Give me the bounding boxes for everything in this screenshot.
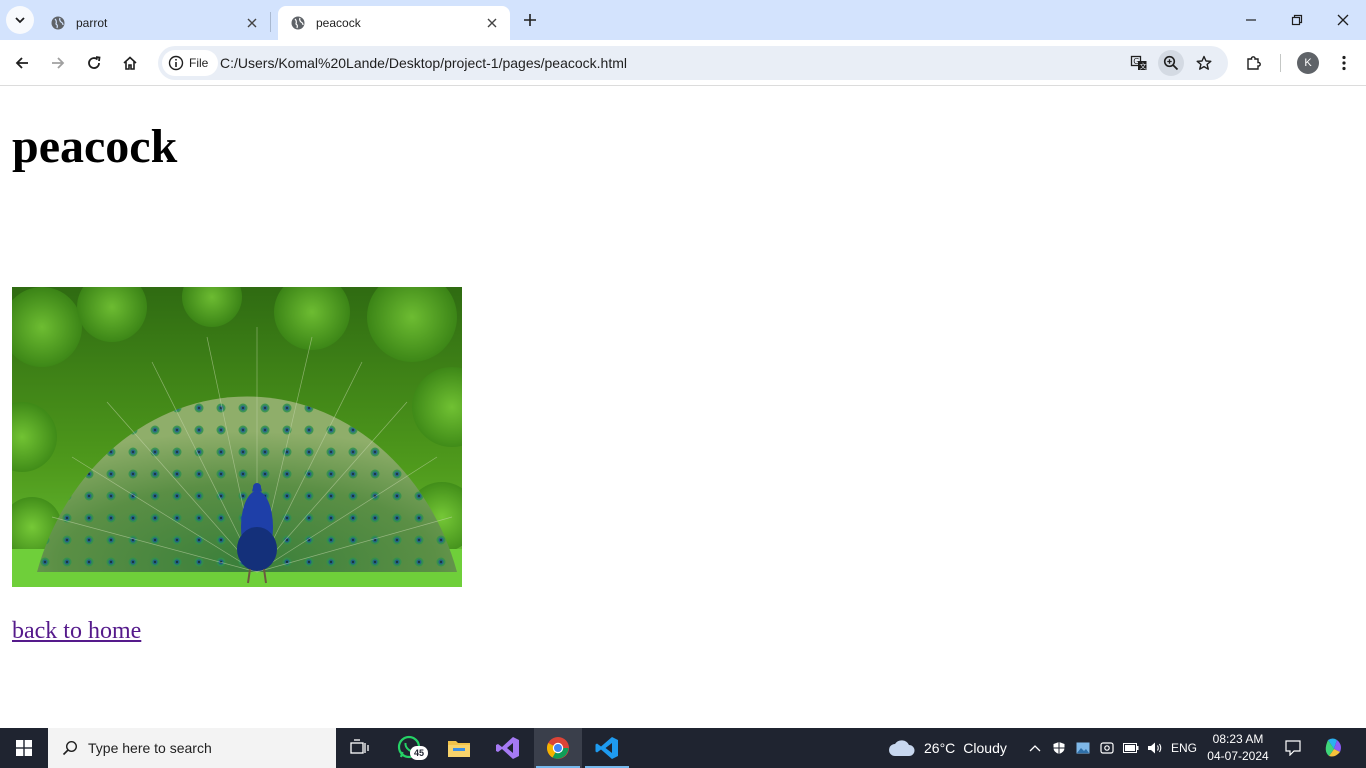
arrow-left-icon (15, 57, 28, 69)
back-button[interactable] (6, 47, 38, 79)
more-vertical-icon (1342, 55, 1346, 71)
taskbar-search[interactable]: Type here to search (48, 728, 336, 768)
clock-date: 04-07-2024 (1207, 749, 1269, 763)
star-icon (1196, 55, 1212, 70)
translate-icon: G文 (1130, 55, 1147, 71)
tab-parrot[interactable]: parrot (38, 6, 270, 40)
tab-separator (270, 12, 271, 32)
image-icon (1076, 742, 1090, 754)
notification-icon (1285, 740, 1301, 756)
reload-button[interactable] (78, 47, 110, 79)
vscode-icon (595, 737, 618, 759)
file-explorer-app[interactable] (435, 728, 483, 768)
forward-button[interactable] (42, 47, 74, 79)
webcam-icon (1100, 742, 1114, 754)
restore-button[interactable] (1274, 0, 1320, 40)
battery-tray-icon[interactable] (1120, 728, 1142, 768)
minimize-icon (1246, 19, 1256, 21)
visual-studio-icon (496, 737, 519, 759)
new-tab-button[interactable] (518, 8, 542, 32)
tab-title: parrot (76, 16, 108, 30)
tab-peacock[interactable]: peacock (278, 6, 510, 40)
weather-temperature: 26°C (924, 740, 956, 756)
notification-badge: 45 (410, 746, 428, 760)
windows-logo-icon (16, 740, 32, 756)
reload-icon (88, 56, 101, 69)
close-icon[interactable] (244, 15, 260, 31)
clock-time: 08:23 AM (1212, 732, 1264, 746)
chevron-down-icon (15, 17, 25, 24)
task-view-icon (350, 739, 369, 754)
arrow-right-icon (52, 57, 65, 69)
chrome-app[interactable] (534, 728, 582, 768)
whatsapp-app[interactable]: 45 (386, 728, 434, 768)
tab-title: peacock (316, 16, 361, 30)
meet-tray-icon[interactable] (1096, 728, 1118, 768)
tab-strip: parrot peacock (0, 0, 1366, 40)
copilot-icon (1325, 738, 1341, 757)
info-icon (168, 55, 184, 71)
security-tray-icon[interactable] (1048, 728, 1070, 768)
taskbar-clock[interactable]: 08:23 AM 04-07-2024 (1202, 731, 1274, 765)
photos-tray-icon[interactable] (1072, 728, 1094, 768)
page-heading: peacock (12, 120, 178, 173)
browser-window: parrot peacock File C:/Users/Komal%20Lan… (0, 0, 1366, 768)
toolbar-separator (1280, 54, 1281, 72)
back-to-home-link[interactable]: back to home (12, 618, 141, 645)
zoom-button[interactable] (1158, 50, 1184, 76)
profile-avatar[interactable]: K (1297, 52, 1319, 74)
zoom-in-icon (1163, 55, 1179, 71)
bookmark-button[interactable] (1191, 50, 1217, 76)
url-text[interactable]: C:/Users/Komal%20Lande/Desktop/project-1… (220, 46, 627, 80)
shield-icon (1053, 742, 1065, 754)
close-icon (1337, 14, 1349, 26)
battery-icon (1123, 743, 1139, 753)
plus-icon (524, 14, 536, 26)
tab-search-button[interactable] (6, 6, 34, 34)
show-hidden-icons-button[interactable] (1024, 728, 1046, 768)
translate-button[interactable]: G文 (1126, 50, 1152, 76)
folder-icon (448, 741, 470, 757)
close-icon[interactable] (484, 15, 500, 31)
notifications-button[interactable] (1280, 728, 1306, 768)
search-icon (62, 740, 78, 756)
home-icon (123, 56, 137, 70)
vscode-app[interactable] (583, 728, 631, 768)
copilot-button[interactable] (1318, 728, 1348, 768)
globe-icon (290, 15, 306, 31)
browser-toolbar: File C:/Users/Komal%20Lande/Desktop/proj… (0, 40, 1366, 86)
weather-widget[interactable]: 26°C Cloudy (888, 728, 1007, 768)
volume-tray-icon[interactable] (1144, 728, 1166, 768)
visual-studio-app[interactable] (484, 728, 532, 768)
speaker-icon (1148, 742, 1162, 754)
peacock-image (12, 287, 462, 587)
address-bar[interactable]: File C:/Users/Komal%20Lande/Desktop/proj… (158, 46, 1228, 80)
menu-button[interactable] (1330, 49, 1358, 77)
page-content: peacock back to home (0, 87, 1366, 728)
globe-icon (50, 15, 66, 31)
chrome-icon (547, 737, 569, 759)
site-info-label: File (189, 56, 209, 70)
language-indicator[interactable]: ENG (1168, 728, 1200, 768)
extensions-button[interactable] (1240, 49, 1268, 77)
cloud-icon (889, 740, 915, 756)
weather-condition: Cloudy (963, 740, 1007, 756)
svg-text:文: 文 (1140, 62, 1147, 71)
home-button[interactable] (114, 47, 146, 79)
windows-taskbar: Type here to search 45 26°C Cloudy ENG 0… (0, 728, 1366, 768)
minimize-button[interactable] (1228, 0, 1274, 40)
close-window-button[interactable] (1320, 0, 1366, 40)
search-placeholder: Type here to search (88, 740, 212, 756)
chevron-up-icon (1029, 745, 1041, 752)
start-button[interactable] (0, 728, 48, 768)
site-info-chip[interactable]: File (162, 50, 219, 76)
puzzle-icon (1247, 56, 1261, 70)
restore-icon (1291, 14, 1303, 26)
task-view-button[interactable] (336, 728, 384, 768)
